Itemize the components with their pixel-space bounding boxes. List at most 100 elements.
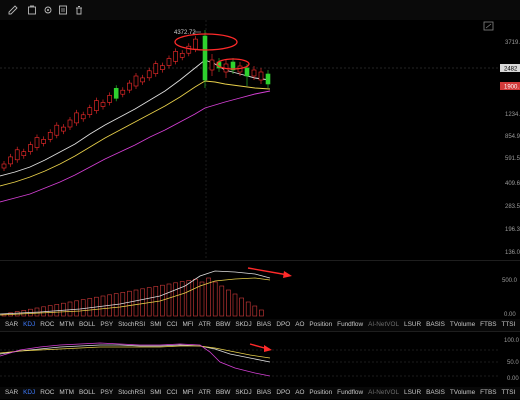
candle-body xyxy=(193,38,198,50)
kdj-k-line xyxy=(0,344,271,363)
indicator-tab-bias[interactable]: BIAS xyxy=(252,319,272,331)
candle-body xyxy=(153,63,159,75)
kdj-j-line xyxy=(0,342,271,377)
indicator-tab-ttsi[interactable]: TTSI xyxy=(496,319,515,331)
candle-body xyxy=(1,163,7,169)
candle-body xyxy=(209,59,215,71)
price-axis-label: 591.5 xyxy=(505,156,520,162)
indicator-tab-kdj[interactable]: KDJ xyxy=(18,319,35,331)
indicator-tab-mtm[interactable]: MTM xyxy=(54,319,74,331)
indicator-tab-bias[interactable]: BIAS xyxy=(252,387,272,399)
price-axis-label: 409.6 xyxy=(505,181,520,187)
volume-ma-yellow xyxy=(0,277,271,316)
indicator-tab-ftbs[interactable]: FTBS xyxy=(475,387,496,399)
indicator-tab-psy[interactable]: PSY xyxy=(95,387,113,399)
candle-body xyxy=(28,144,33,152)
candle-body xyxy=(120,89,126,95)
volume-ma-white xyxy=(0,270,271,315)
candle-body xyxy=(133,75,139,87)
indicator-tab-bbw[interactable]: BBW xyxy=(211,387,231,399)
osc-axis-50: 50.0 xyxy=(507,360,519,366)
indicator-tab-ao[interactable]: AO xyxy=(290,319,304,331)
delete-icon[interactable] xyxy=(74,5,84,15)
indicator-tab-lsur[interactable]: LSUR xyxy=(399,387,421,399)
candle-body xyxy=(54,124,60,136)
volume-bar xyxy=(133,289,139,317)
indicator-tab-position[interactable]: Position xyxy=(304,387,332,399)
indicator-tab-skdj[interactable]: SKDJ xyxy=(230,387,251,399)
indicator-tab-ai-netvol[interactable]: AI-NetVOL xyxy=(363,387,399,399)
indicator-tab-ao[interactable]: AO xyxy=(290,387,304,399)
indicator-tab-ttsi[interactable]: TTSI xyxy=(496,387,515,399)
trend-arrow-head xyxy=(283,271,292,278)
indicator-tab-kdj[interactable]: KDJ xyxy=(18,387,35,399)
indicator-tab-basis[interactable]: BASIS xyxy=(421,387,445,399)
candle-body xyxy=(67,119,73,128)
rotate-icon[interactable] xyxy=(27,5,37,15)
indicator-tab-ttmu[interactable]: TTMU xyxy=(515,387,520,399)
candlestick-chart[interactable]: 4372.72 3719.1234.854.9591.5409.6283.519… xyxy=(0,20,520,260)
indicator-tab-mtm[interactable]: MTM xyxy=(54,387,74,399)
indicator-tab-cci[interactable]: CCI xyxy=(162,319,178,331)
price-axis-label: 196.3 xyxy=(505,227,520,233)
indicator-tab-dpo[interactable]: DPO xyxy=(271,319,290,331)
volume-bar xyxy=(127,290,132,317)
volume-bar xyxy=(74,300,79,317)
volume-bar xyxy=(140,288,145,317)
indicator-tab-mfi[interactable]: MFI xyxy=(178,387,194,399)
indicator-tab-basis[interactable]: BASIS xyxy=(421,319,445,331)
indicator-tab-position[interactable]: Position xyxy=(304,319,332,331)
indicator-tab-boll[interactable]: BOLL xyxy=(74,319,95,331)
indicator-tab-ai-netvol[interactable]: AI-NetVOL xyxy=(363,319,399,331)
candle-body xyxy=(14,149,20,161)
indicator-tab-fundflow[interactable]: Fundflow xyxy=(332,319,363,331)
indicator-tab-lsur[interactable]: LSUR xyxy=(399,319,421,331)
ma-yellow-line xyxy=(0,80,271,187)
candle-body xyxy=(251,69,257,77)
indicator-tab-atr[interactable]: ATR xyxy=(194,319,211,331)
indicator-tab-smi[interactable]: SMI xyxy=(145,387,161,399)
indicator-tab-tvolume[interactable]: TVolume xyxy=(445,387,475,399)
edit-icon[interactable] xyxy=(8,5,18,15)
kdj-panel[interactable]: 100.0 50.0 0.00 xyxy=(0,332,520,386)
indicator-tab-sar[interactable]: SAR xyxy=(0,319,18,331)
indicator-tab-cci[interactable]: CCI xyxy=(162,387,178,399)
indicator-tab-psy[interactable]: PSY xyxy=(95,319,113,331)
candle-body xyxy=(8,156,13,165)
candle-body xyxy=(100,102,106,107)
indicator-tab-stochrsi[interactable]: StochRSI xyxy=(113,319,145,331)
candle-body xyxy=(202,35,208,81)
indicator-tab-sar[interactable]: SAR xyxy=(0,387,18,399)
indicator-tab-stochrsi[interactable]: StochRSI xyxy=(113,387,145,399)
indicator-tab-boll[interactable]: BOLL xyxy=(74,387,95,399)
indicator-tab-mfi[interactable]: MFI xyxy=(178,319,194,331)
candle-body xyxy=(94,100,99,111)
indicator-tab-skdj[interactable]: SKDJ xyxy=(230,319,251,331)
indicator-tab-ttmu[interactable]: TTMU xyxy=(515,319,520,331)
panel-divider xyxy=(0,260,520,261)
indicator-tab-tvolume[interactable]: TVolume xyxy=(445,319,475,331)
indicator-tab-roc[interactable]: ROC xyxy=(35,387,54,399)
indicator-tab-roc[interactable]: ROC xyxy=(35,319,54,331)
volume-bar xyxy=(226,289,231,317)
indicator-tab-atr[interactable]: ATR xyxy=(194,387,211,399)
volume-bar xyxy=(252,305,258,317)
fullscreen-icon[interactable] xyxy=(483,21,494,31)
ma-magenta-line xyxy=(0,90,271,203)
document-icon[interactable] xyxy=(58,5,68,15)
indicator-tab-smi[interactable]: SMI xyxy=(145,319,161,331)
indicator-tabs-bottom: SAR KDJ ROC MTM BOLL PSY StochRSI SMI CCI MFI ATR B… xyxy=(0,387,520,399)
volume-bar xyxy=(173,282,178,317)
indicator-tab-dpo[interactable]: DPO xyxy=(271,387,290,399)
volume-bars xyxy=(1,277,264,317)
volume-bar xyxy=(67,301,73,317)
price-axis-label: 136.0 xyxy=(505,250,520,256)
settings-icon[interactable] xyxy=(43,5,53,15)
indicator-tab-bbw[interactable]: BBW xyxy=(211,319,231,331)
volume-panel[interactable]: 500.0 0.00 xyxy=(0,262,520,318)
indicator-tab-fundflow[interactable]: Fundflow xyxy=(332,387,363,399)
indicator-tab-ftbs[interactable]: FTBS xyxy=(475,319,496,331)
ma-price-tag: 1900. xyxy=(504,85,519,91)
candle-body xyxy=(87,107,93,115)
volume-bar xyxy=(80,299,86,317)
